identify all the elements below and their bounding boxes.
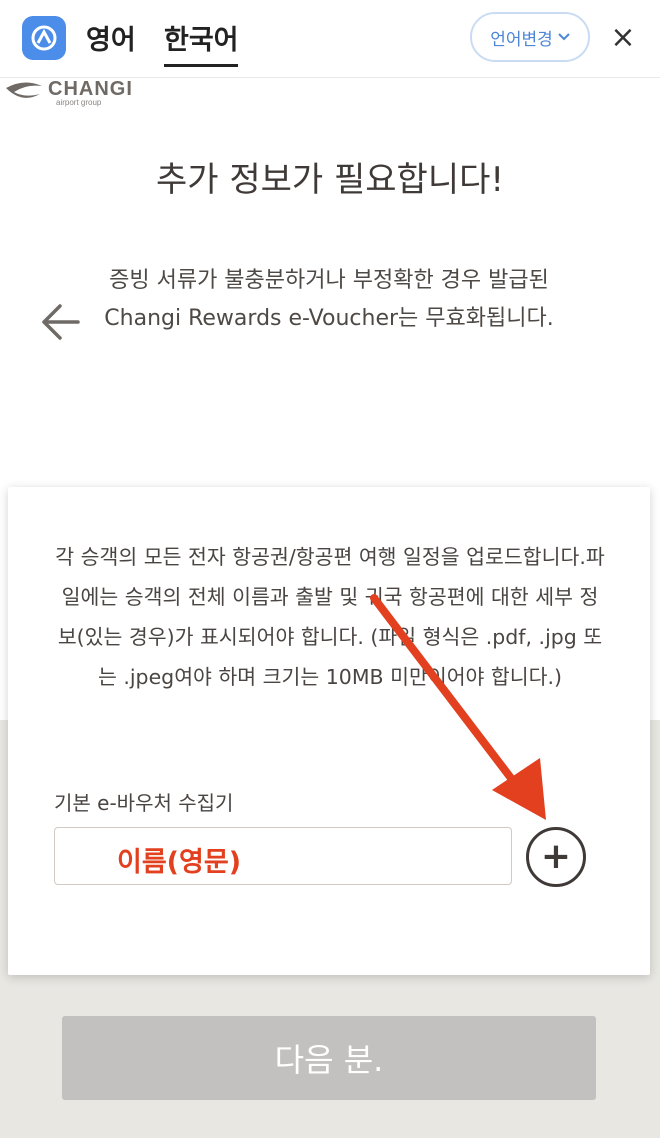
voucher-warning: 증빙 서류가 불충분하거나 부정확한 경우 발급된 Changi Rewards…: [104, 268, 554, 331]
upload-instructions: 각 승객의 모든 전자 항공권/항공편 여행 일정을 업로드합니다.파일에는 승…: [55, 545, 605, 689]
brand-sub: airport group: [56, 98, 102, 107]
plus-circle-icon: +: [540, 836, 572, 877]
name-input[interactable]: 이름(영문): [54, 827, 512, 885]
app-logo-icon: [22, 16, 66, 60]
next-button[interactable]: 다음 분.: [62, 1016, 596, 1100]
change-language-label: 언어변경: [490, 29, 553, 50]
back-arrow-icon[interactable]: [38, 300, 82, 344]
changi-logo-icon: [6, 82, 42, 98]
page-title: 추가 정보가 필요합니다!: [155, 160, 505, 200]
change-language-button[interactable]: 언어변경: [470, 12, 590, 62]
name-placeholder: 이름(영문): [117, 847, 242, 878]
upload-card: 각 승객의 모든 전자 항공권/항공편 여행 일정을 업로드합니다.파일에는 승…: [8, 487, 650, 975]
chevron-down-icon: [558, 30, 570, 45]
changi-logo: CHANGI airport group: [4, 78, 154, 112]
collector-field-label: 기본 e-바우처 수집기: [54, 791, 234, 815]
tab-korean[interactable]: 한국어: [164, 18, 239, 57]
active-tab-indicator: [164, 64, 238, 67]
close-icon[interactable]: ×: [606, 20, 640, 55]
tab-english[interactable]: 영어: [86, 18, 136, 57]
add-passenger-button[interactable]: +: [526, 827, 586, 887]
translation-bar: 영어 한국어 언어변경 ×: [0, 0, 660, 78]
